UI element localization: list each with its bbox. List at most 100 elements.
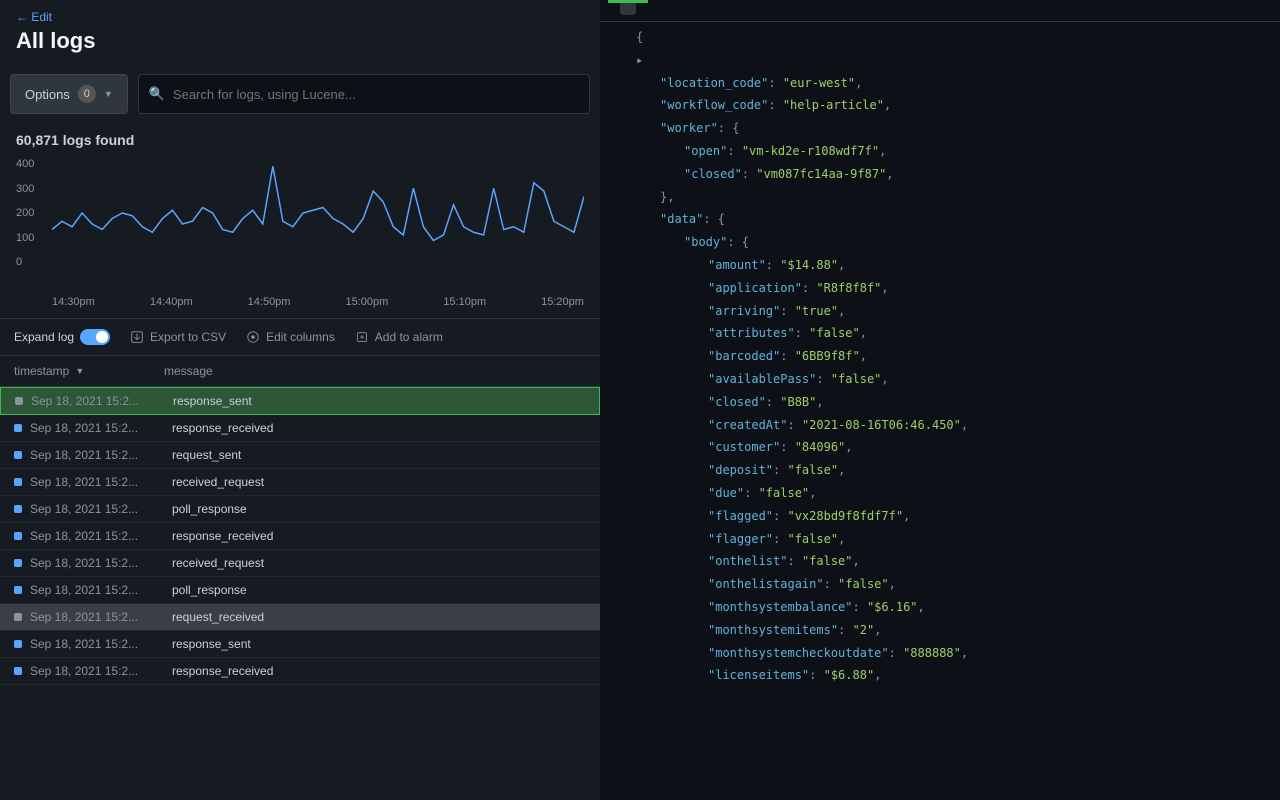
row-message: poll_response xyxy=(172,502,586,516)
row-message: response_received xyxy=(172,421,586,435)
table-row[interactable]: Sep 18, 2021 15:2...received_request xyxy=(0,550,600,577)
json-line: "application": "R8f8f8f", xyxy=(636,277,1280,300)
add-alarm-button[interactable]: Add to alarm xyxy=(355,330,443,344)
table-row[interactable]: Sep 18, 2021 15:2...received_request xyxy=(0,469,600,496)
json-line: "availablePass": "false", xyxy=(636,368,1280,391)
row-status-dot xyxy=(14,559,22,567)
search-field[interactable]: 🔍 xyxy=(138,74,590,114)
expand-log-label: Expand log xyxy=(14,330,74,344)
alarm-icon xyxy=(355,330,369,344)
options-label: Options xyxy=(25,87,70,102)
table-row[interactable]: Sep 18, 2021 15:2...response_received xyxy=(0,415,600,442)
json-line: }, xyxy=(636,186,1280,209)
json-line: "licenseitems": "$6.88", xyxy=(636,664,1280,687)
json-line: "deposit": "false", xyxy=(636,459,1280,482)
search-row: Options 0 ▼ 🔍 xyxy=(0,74,600,114)
columns-icon xyxy=(246,330,260,344)
json-line: "flagger": "false", xyxy=(636,528,1280,551)
json-line: "open": "vm-kd2e-r108wdf7f", xyxy=(636,140,1280,163)
json-line: "location_code": "eur-west", xyxy=(636,72,1280,95)
row-status-dot xyxy=(14,586,22,594)
search-icon: 🔍 xyxy=(149,86,165,102)
edit-columns-button[interactable]: Edit columns xyxy=(246,330,335,344)
table-row[interactable]: Sep 18, 2021 15:2...response_sent xyxy=(0,387,600,415)
options-button[interactable]: Options 0 ▼ xyxy=(10,74,128,114)
row-status-dot xyxy=(14,451,22,459)
log-table-header: timestamp ▼ message xyxy=(0,356,600,387)
row-timestamp: Sep 18, 2021 15:2... xyxy=(31,394,173,408)
row-message: request_received xyxy=(172,610,586,624)
json-line: ▸ xyxy=(636,49,1280,72)
chart-y-axis: 4003002001000 xyxy=(16,158,34,268)
json-line: "customer": "84096", xyxy=(636,436,1280,459)
col-header-timestamp[interactable]: timestamp ▼ xyxy=(14,364,164,378)
row-status-dot xyxy=(14,640,22,648)
export-csv-button[interactable]: Export to CSV xyxy=(130,330,226,344)
row-status-dot xyxy=(14,424,22,432)
col-header-message[interactable]: message xyxy=(164,364,586,378)
row-status-dot xyxy=(15,397,23,405)
page-title: All logs xyxy=(16,28,584,54)
row-timestamp: Sep 18, 2021 15:2... xyxy=(30,529,172,543)
json-line: "barcoded": "6BB9f8f", xyxy=(636,345,1280,368)
row-timestamp: Sep 18, 2021 15:2... xyxy=(30,556,172,570)
back-link[interactable]: ← Edit xyxy=(16,10,584,24)
row-timestamp: Sep 18, 2021 15:2... xyxy=(30,502,172,516)
json-line: "amount": "$14.88", xyxy=(636,254,1280,277)
row-message: response_sent xyxy=(172,637,586,651)
chart-section: 60,871 logs found 4003002001000 14:30pm1… xyxy=(0,114,600,318)
json-line: "closed": "vm087fc14aa-9f87", xyxy=(636,163,1280,186)
table-row[interactable]: Sep 18, 2021 15:2...response_received xyxy=(0,658,600,685)
row-status-dot xyxy=(14,532,22,540)
row-message: response_sent xyxy=(173,394,585,408)
toggle-switch[interactable] xyxy=(80,329,110,345)
json-line: "onthelist": "false", xyxy=(636,550,1280,573)
chevron-down-icon: ▼ xyxy=(104,89,113,99)
json-line: "workflow_code": "help-article", xyxy=(636,94,1280,117)
row-message: response_received xyxy=(172,664,586,678)
json-line: "closed": "B8B", xyxy=(636,391,1280,414)
options-count-badge: 0 xyxy=(78,85,96,103)
row-message: poll_response xyxy=(172,583,586,597)
left-panel: ← Edit All logs Options 0 ▼ 🔍 60,871 log… xyxy=(0,0,600,800)
row-message: received_request xyxy=(172,556,586,570)
active-tab-indicator xyxy=(608,0,648,3)
chart-title: 60,871 logs found xyxy=(16,132,584,148)
json-line: "worker": { xyxy=(636,117,1280,140)
table-row[interactable]: Sep 18, 2021 15:2...response_sent xyxy=(0,631,600,658)
chart-plot xyxy=(52,158,584,268)
row-status-dot xyxy=(14,613,22,621)
table-row[interactable]: Sep 18, 2021 15:2...response_received xyxy=(0,523,600,550)
json-line: "body": { xyxy=(636,231,1280,254)
expand-log-toggle[interactable]: Expand log xyxy=(14,329,110,345)
row-status-dot xyxy=(14,667,22,675)
json-detail-panel: {▸"location_code": "eur-west","workflow_… xyxy=(600,0,1280,800)
json-toolbar xyxy=(600,0,1280,22)
search-input[interactable] xyxy=(173,77,579,112)
json-line: "monthsystemitems": "2", xyxy=(636,619,1280,642)
row-message: response_received xyxy=(172,529,586,543)
row-timestamp: Sep 18, 2021 15:2... xyxy=(30,421,172,435)
table-row[interactable]: Sep 18, 2021 15:2...request_received xyxy=(0,604,600,631)
table-row[interactable]: Sep 18, 2021 15:2...poll_response xyxy=(0,496,600,523)
json-line: "arriving": "true", xyxy=(636,300,1280,323)
row-timestamp: Sep 18, 2021 15:2... xyxy=(30,475,172,489)
header: ← Edit All logs xyxy=(0,0,600,74)
row-timestamp: Sep 18, 2021 15:2... xyxy=(30,583,172,597)
json-line: "data": { xyxy=(636,208,1280,231)
row-timestamp: Sep 18, 2021 15:2... xyxy=(30,610,172,624)
export-icon xyxy=(130,330,144,344)
row-status-dot xyxy=(14,478,22,486)
sort-icon: ▼ xyxy=(75,366,84,376)
json-line: "due": "false", xyxy=(636,482,1280,505)
json-line: "monthsystemcheckoutdate": "888888", xyxy=(636,642,1280,665)
row-timestamp: Sep 18, 2021 15:2... xyxy=(30,664,172,678)
table-row[interactable]: Sep 18, 2021 15:2...poll_response xyxy=(0,577,600,604)
row-status-dot xyxy=(14,505,22,513)
logs-chart: 4003002001000 14:30pm14:40pm14:50pm15:00… xyxy=(16,158,584,308)
row-timestamp: Sep 18, 2021 15:2... xyxy=(30,448,172,462)
chart-x-axis: 14:30pm14:40pm14:50pm15:00pm15:10pm15:20… xyxy=(52,296,584,308)
table-row[interactable]: Sep 18, 2021 15:2...request_sent xyxy=(0,442,600,469)
row-message: received_request xyxy=(172,475,586,489)
row-timestamp: Sep 18, 2021 15:2... xyxy=(30,637,172,651)
